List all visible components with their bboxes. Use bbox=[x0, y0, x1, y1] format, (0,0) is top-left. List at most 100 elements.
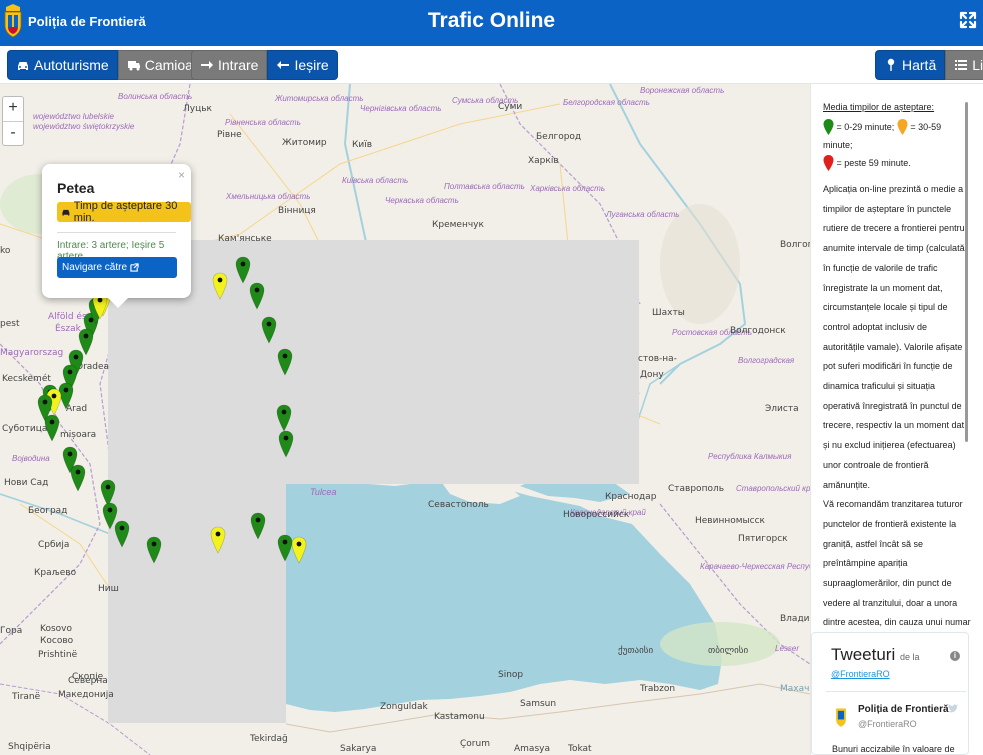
city-label: Tulcea bbox=[310, 487, 337, 497]
tab-intrare-label: Intrare bbox=[218, 57, 259, 73]
city-label: Шахты bbox=[652, 308, 685, 318]
city-label: Новороссийск bbox=[563, 510, 630, 520]
city-label: Київ bbox=[352, 140, 373, 150]
green-map-marker-icon[interactable] bbox=[276, 404, 292, 432]
tweet-card[interactable]: Poliția de Frontieră @FrontieraRO Bunuri… bbox=[826, 691, 966, 755]
green-map-marker-icon[interactable] bbox=[278, 430, 294, 458]
zoom-in-button[interactable]: + bbox=[3, 97, 23, 121]
city-label: Краљево bbox=[34, 568, 77, 578]
city-label: Житомир bbox=[282, 138, 327, 148]
city-label: Харків bbox=[528, 156, 559, 166]
wait-time-legend: = 0-29 minute; = 30-59 minute; = peste 5… bbox=[823, 118, 973, 172]
city-label: Çorum bbox=[460, 739, 490, 749]
legend-green: = 0-29 minute; bbox=[836, 122, 895, 132]
tab-autoturisme[interactable]: Autoturisme bbox=[7, 50, 118, 80]
orange-pin-icon bbox=[897, 119, 908, 136]
map-view[interactable]: województwo lubelskie województwo święto… bbox=[0, 84, 810, 755]
tab-lista[interactable]: Listă bbox=[945, 50, 983, 80]
tweet-account-handle[interactable]: @FrontieraRO bbox=[858, 719, 917, 729]
page-title: Trafic Online bbox=[427, 9, 556, 32]
city-label: Волгодонск bbox=[730, 326, 786, 336]
city-label: Kecskemét bbox=[2, 374, 51, 384]
city-label: Észak bbox=[55, 324, 81, 334]
tab-iesire-label: Ieșire bbox=[294, 57, 329, 73]
region-label: Республика Калмыкия bbox=[708, 452, 792, 461]
crossing-popup: × Petea Timp de așteptare 30 min. Intrar… bbox=[42, 164, 191, 308]
region-label: województwo świętokrzyskie bbox=[33, 122, 135, 131]
city-label: Македонија bbox=[58, 690, 114, 700]
scrollbar[interactable] bbox=[965, 102, 968, 442]
legend-title: Media timpilor de așteptare: bbox=[823, 102, 935, 112]
city-label: Кременчук bbox=[432, 220, 484, 230]
popup-divider bbox=[57, 232, 176, 233]
tab-iesire[interactable]: Ieșire bbox=[267, 50, 338, 80]
green-map-marker-icon[interactable] bbox=[114, 520, 130, 548]
tab-harta[interactable]: Hartă bbox=[875, 50, 946, 80]
city-label: Ставрополь bbox=[668, 484, 725, 494]
city-label: Элиста bbox=[765, 404, 799, 414]
region-label: Хмельницька область bbox=[226, 192, 311, 201]
arrow-left-icon bbox=[277, 61, 290, 69]
region-label: Житомирська область bbox=[275, 94, 364, 103]
city-label: Невинномысск bbox=[695, 516, 765, 526]
yellow-map-marker-icon[interactable] bbox=[291, 536, 307, 564]
city-label: Tokat bbox=[568, 744, 592, 754]
city-label: Суботица bbox=[2, 424, 48, 434]
popup-title: Petea bbox=[57, 180, 95, 196]
avatar bbox=[836, 708, 846, 727]
city-label: Вінниця bbox=[278, 206, 316, 216]
city-label: Суми bbox=[498, 102, 523, 112]
city-label: Magyarorszag bbox=[0, 348, 64, 358]
green-map-marker-icon[interactable] bbox=[44, 414, 60, 442]
city-label: mișoara bbox=[60, 430, 97, 440]
city-label: Sakarya bbox=[340, 744, 377, 754]
region-label: Волгоградская bbox=[738, 356, 795, 365]
region-label: Чернігівська область bbox=[360, 104, 442, 113]
city-label: Shqipëria bbox=[8, 742, 51, 752]
direction-toggle: Intrare Ieșire bbox=[191, 50, 338, 80]
region-label: Белгородская область bbox=[563, 98, 650, 107]
info-icon[interactable]: i bbox=[950, 651, 960, 661]
city-label: Кам'янське bbox=[218, 234, 272, 244]
tweets-handle-link[interactable]: @FrontieraRO bbox=[831, 669, 890, 679]
city-label: ko bbox=[0, 246, 11, 256]
tab-intrare[interactable]: Intrare bbox=[191, 50, 268, 80]
city-label: თბილისი bbox=[708, 646, 749, 656]
popup-close-button[interactable]: × bbox=[178, 168, 185, 182]
fullscreen-icon[interactable] bbox=[959, 11, 977, 29]
wait-time-text: Timp de așteptare 30 min. bbox=[73, 200, 178, 224]
city-label: Sinop bbox=[498, 670, 524, 680]
zoom-out-button[interactable]: - bbox=[3, 121, 23, 145]
green-map-marker-icon[interactable] bbox=[249, 282, 265, 310]
city-label: Пятигорск bbox=[738, 534, 788, 544]
twitter-timeline[interactable]: Tweeturi de la @FrontieraRO i Poliția de… bbox=[811, 632, 969, 755]
city-label: Белгород bbox=[536, 132, 582, 142]
city-label: Краснодар bbox=[605, 492, 657, 502]
tweet-account-name[interactable]: Poliția de Frontieră bbox=[858, 704, 949, 715]
green-map-marker-icon[interactable] bbox=[277, 348, 293, 376]
green-map-marker-icon[interactable] bbox=[70, 464, 86, 492]
legend-red: = peste 59 minute. bbox=[836, 158, 911, 169]
green-map-marker-icon[interactable] bbox=[235, 256, 251, 284]
zoom-control: + - bbox=[2, 96, 24, 146]
green-map-marker-icon[interactable] bbox=[250, 512, 266, 540]
green-map-marker-icon[interactable] bbox=[261, 316, 277, 344]
external-link-icon bbox=[130, 263, 139, 272]
city-label: Zonguldak bbox=[380, 702, 428, 712]
region-label: Војводина bbox=[12, 454, 50, 463]
region-label: Ставропольский край bbox=[736, 484, 810, 493]
yellow-map-marker-icon[interactable] bbox=[212, 272, 228, 300]
yellow-map-marker-icon[interactable] bbox=[210, 526, 226, 554]
green-map-marker-icon[interactable] bbox=[146, 536, 162, 564]
arrow-right-icon bbox=[201, 61, 213, 69]
city-label: Дону bbox=[640, 370, 664, 380]
description-paragraph: Aplicația on-line prezintă o medie a tim… bbox=[823, 184, 965, 490]
info-sidebar[interactable]: Media timpilor de așteptare: = 0-29 minu… bbox=[810, 84, 983, 755]
region-label: Черкаська область bbox=[385, 196, 459, 205]
city-label: Samsun bbox=[520, 699, 557, 709]
city-label: Kosovo bbox=[40, 624, 72, 634]
view-toggle: Hartă Listă bbox=[875, 50, 983, 80]
navigate-button[interactable]: Navigare către bbox=[57, 257, 177, 278]
tweet-text: Bunuri accizabile în valoare de bbox=[832, 744, 955, 754]
city-label: Гора bbox=[0, 626, 23, 636]
